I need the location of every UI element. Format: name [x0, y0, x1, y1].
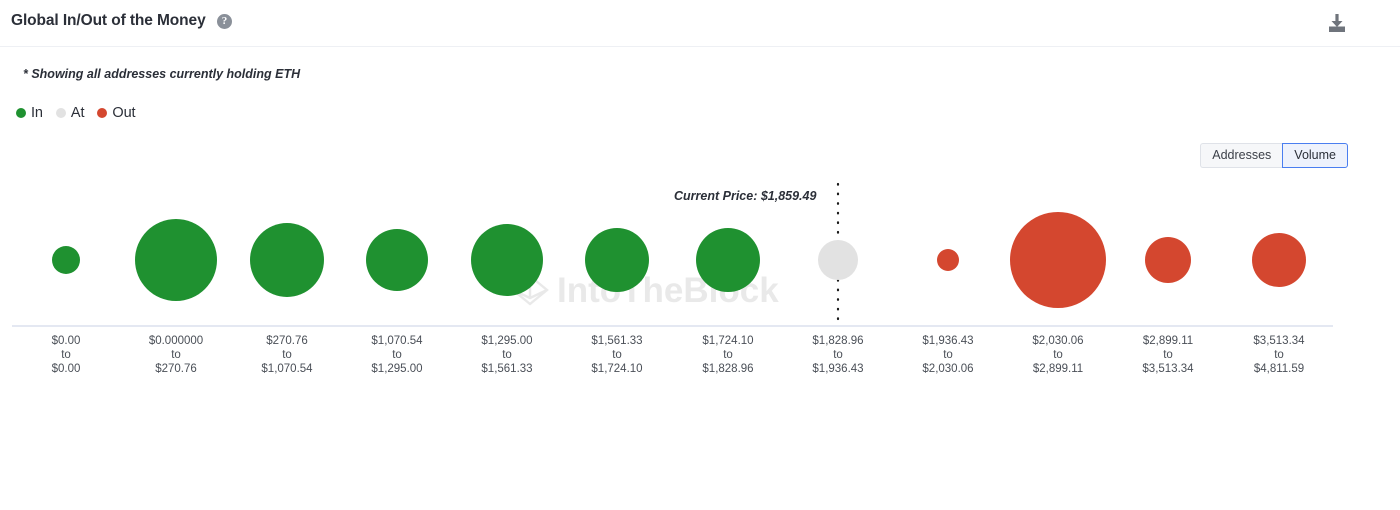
x-tick-10: $2,899.11 to $3,513.34: [1108, 334, 1228, 376]
chart-subtitle: * Showing all addresses currently holdin…: [23, 67, 301, 81]
legend-dot-in-icon: [16, 108, 26, 118]
x-tick-2: $270.76 to $1,070.54: [227, 334, 347, 376]
x-axis-line: [12, 325, 1333, 327]
download-icon[interactable]: [1326, 12, 1348, 34]
x-tick-2-to: $1,070.54: [261, 363, 313, 375]
bubble-3[interactable]: [366, 229, 428, 291]
x-tick-10-from: $2,899.11: [1142, 335, 1194, 347]
bubble-8[interactable]: [937, 249, 959, 271]
page-title: Global In/Out of the Money: [11, 12, 206, 29]
x-tick-11: $3,513.34 to $4,811.59: [1219, 334, 1339, 376]
x-tick-7: $1,828.96 to $1,936.43: [778, 334, 898, 376]
legend-dot-at-icon: [55, 108, 66, 118]
x-tick-9-to: $2,899.11: [1032, 363, 1084, 375]
x-tick-0-to-word: to: [61, 349, 71, 361]
x-tick-10-to-word: to: [1163, 349, 1173, 361]
help-icon[interactable]: ?: [217, 14, 232, 29]
x-tick-6-from: $1,724.10: [702, 335, 754, 347]
tab-addresses[interactable]: Addresses: [1200, 143, 1283, 168]
bubble-9[interactable]: [1010, 212, 1106, 308]
x-tick-9-from: $2,030.06: [1032, 335, 1084, 347]
x-tick-8-from: $1,936.43: [922, 335, 974, 347]
bubble-11[interactable]: [1252, 233, 1306, 287]
x-tick-3-to: $1,295.00: [371, 363, 423, 375]
x-tick-9-to-word: to: [1053, 349, 1063, 361]
bubble-0[interactable]: [52, 246, 80, 274]
x-tick-5-from: $1,561.33: [591, 335, 643, 347]
x-tick-8-to-word: to: [943, 349, 953, 361]
legend-label-at: At: [70, 105, 85, 121]
tab-volume[interactable]: Volume: [1282, 143, 1348, 168]
x-tick-1-from: $0.000000: [148, 335, 204, 347]
x-tick-5-to-word: to: [612, 349, 622, 361]
bubble-6[interactable]: [696, 228, 760, 292]
x-tick-6-to-word: to: [723, 349, 733, 361]
bubble-7[interactable]: [818, 240, 858, 280]
card-header: Global In/Out of the Money ?: [0, 0, 1400, 47]
x-tick-11-to-word: to: [1274, 349, 1284, 361]
x-tick-0-to: $0.00: [51, 363, 81, 375]
x-tick-4: $1,295.00 to $1,561.33: [447, 334, 567, 376]
x-tick-4-from: $1,295.00: [481, 335, 533, 347]
x-tick-0-from: $0.00: [51, 335, 81, 347]
x-tick-0: $0.00 to $0.00: [6, 334, 126, 376]
x-tick-10-to: $3,513.34: [1142, 363, 1194, 375]
x-tick-1-to-word: to: [171, 349, 181, 361]
legend-label-in: In: [31, 105, 43, 121]
chart-legend: In At Out: [16, 105, 148, 121]
x-tick-2-from: $270.76: [266, 335, 308, 347]
x-tick-3: $1,070.54 to $1,295.00: [337, 334, 457, 376]
legend-item-at[interactable]: At: [55, 105, 85, 121]
bubble-4[interactable]: [471, 224, 543, 296]
legend-label-out: Out: [112, 105, 136, 121]
x-tick-5-to: $1,724.10: [591, 363, 643, 375]
x-tick-8-to: $2,030.06: [922, 363, 974, 375]
x-tick-11-from: $3,513.34: [1253, 335, 1305, 347]
x-tick-7-to: $1,936.43: [812, 363, 864, 375]
x-tick-7-to-word: to: [833, 349, 843, 361]
x-tick-8: $1,936.43 to $2,030.06: [888, 334, 1008, 376]
x-tick-1-to: $270.76: [155, 363, 197, 375]
x-tick-5: $1,561.33 to $1,724.10: [557, 334, 677, 376]
x-tick-4-to: $1,561.33: [481, 363, 533, 375]
x-tick-3-to-word: to: [392, 349, 402, 361]
x-tick-2-to-word: to: [282, 349, 292, 361]
x-tick-7-from: $1,828.96: [812, 335, 864, 347]
x-tick-6: $1,724.10 to $1,828.96: [668, 334, 788, 376]
x-tick-6-to: $1,828.96: [702, 363, 754, 375]
bubble-5[interactable]: [585, 228, 649, 292]
legend-item-in[interactable]: In: [16, 105, 43, 121]
metric-toggle-group: Addresses Volume: [1200, 143, 1348, 168]
x-tick-11-to: $4,811.59: [1253, 363, 1305, 375]
x-tick-1: $0.000000 to $270.76: [116, 334, 236, 376]
bubble-1[interactable]: [135, 219, 217, 301]
x-tick-4-to-word: to: [502, 349, 512, 361]
x-tick-3-from: $1,070.54: [371, 335, 423, 347]
legend-item-out[interactable]: Out: [97, 105, 136, 121]
bubble-2[interactable]: [250, 223, 324, 297]
legend-dot-out-icon: [97, 108, 108, 118]
x-tick-9: $2,030.06 to $2,899.11: [998, 334, 1118, 376]
bubble-10[interactable]: [1145, 237, 1191, 283]
